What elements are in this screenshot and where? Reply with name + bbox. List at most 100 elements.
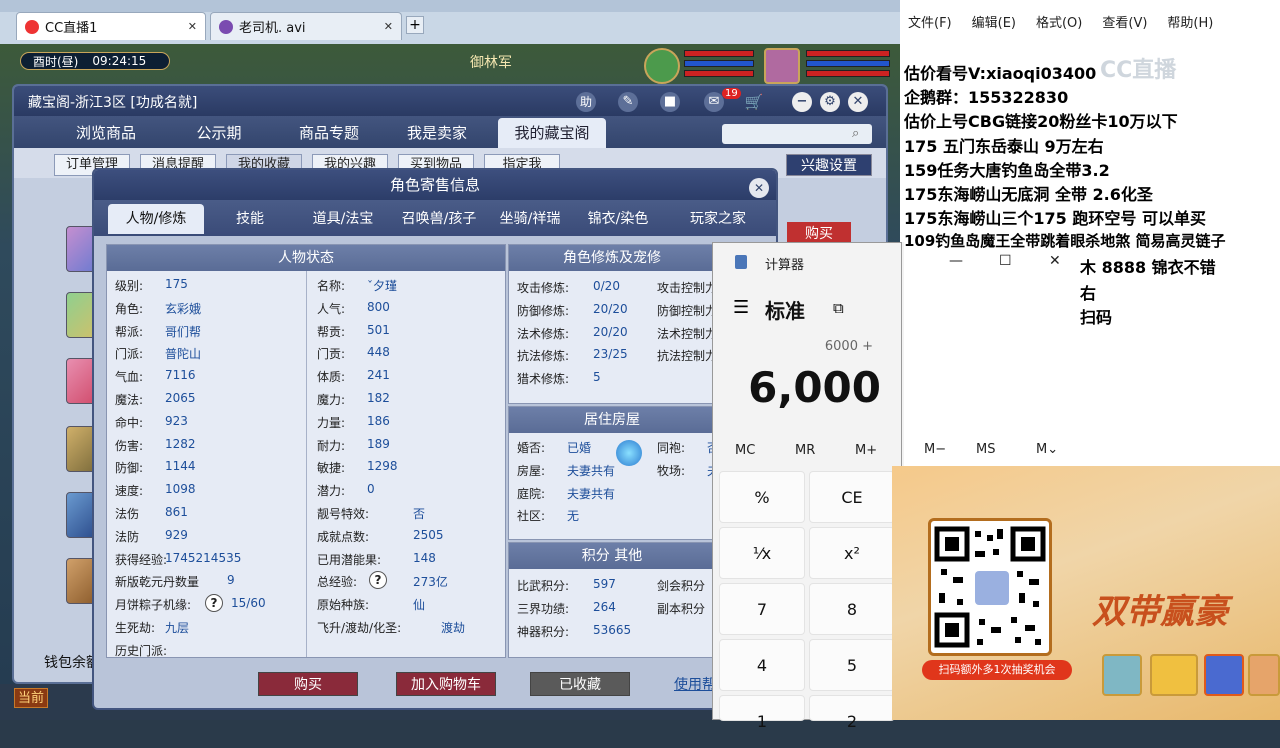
maximize-icon[interactable]: ☐ bbox=[999, 253, 1012, 269]
time-value: 09:24:15 bbox=[92, 54, 147, 68]
note-line: 159任务大唐钓鱼岛全带3.2 bbox=[904, 161, 1110, 180]
house-value: 夫妻共有 bbox=[567, 486, 616, 501]
add-to-cart-button[interactable]: 加入购物车 bbox=[396, 672, 496, 696]
digit-2-key[interactable]: 2 bbox=[809, 695, 895, 731]
status-value: 0 bbox=[367, 482, 375, 497]
tab-costumes[interactable]: 锦衣/染色 bbox=[578, 204, 658, 234]
nav-topics[interactable]: 商品专题 bbox=[284, 118, 374, 148]
memory-add-button[interactable]: M+ bbox=[855, 443, 877, 458]
buy-button[interactable]: 购买 bbox=[258, 672, 358, 696]
status-value: 182 bbox=[367, 391, 390, 405]
percent-key[interactable]: % bbox=[719, 471, 805, 523]
close-icon[interactable]: ✕ bbox=[749, 178, 769, 198]
calculator-window: 计算器 — ☐ ✕ ☰ 标准 ⧉ 6000 + 6,000 MC MR M+ %… bbox=[712, 242, 1061, 731]
house-key-2: 同袍: bbox=[657, 441, 686, 455]
note-line: 175东海崂山无底洞 全带 2.6化圣 bbox=[904, 185, 1153, 204]
tab-mounts[interactable]: 坐骑/祥瑞 bbox=[490, 204, 570, 234]
digit-1-key[interactable]: 1 bbox=[719, 695, 805, 731]
menu-view[interactable]: 查看(V) bbox=[1102, 12, 1147, 31]
close-icon[interactable]: ✕ bbox=[188, 20, 197, 33]
status-key: 耐力: bbox=[317, 438, 346, 453]
help-icon[interactable]: ? bbox=[205, 594, 223, 613]
digit-7-key[interactable]: 7 bbox=[719, 583, 805, 635]
search-icon[interactable]: ⌕ bbox=[852, 126, 859, 141]
tab-character[interactable]: 人物/修炼 bbox=[108, 204, 204, 234]
notepad-menu: 文件(F) 编辑(E) 格式(O) 查看(V) 帮助(H) bbox=[900, 0, 1280, 40]
status-value: 175 bbox=[165, 277, 188, 291]
clear-entry-key[interactable]: CE bbox=[809, 471, 895, 523]
status-key: 潜力: bbox=[317, 484, 346, 499]
promo-slogan: 双带赢豪 bbox=[1092, 592, 1228, 632]
cultivation-key: 防御修炼: bbox=[517, 303, 570, 318]
reciprocal-key[interactable]: ¹⁄x bbox=[719, 527, 805, 579]
pet-avatar[interactable] bbox=[644, 48, 680, 84]
digit-5-key[interactable]: 5 bbox=[809, 639, 895, 691]
digit-8-key[interactable]: 8 bbox=[809, 583, 895, 635]
memory-store-button[interactable]: MS bbox=[976, 442, 995, 457]
close-icon[interactable]: ✕ bbox=[848, 92, 868, 112]
status-row: 门贡: 448 bbox=[317, 345, 390, 362]
help-button[interactable]: 助 bbox=[576, 92, 596, 112]
close-icon[interactable]: ✕ bbox=[1049, 253, 1061, 269]
menu-edit[interactable]: 编辑(E) bbox=[972, 12, 1016, 31]
minimize-icon[interactable]: — bbox=[949, 253, 963, 269]
status-key: 法伤 bbox=[115, 507, 140, 521]
qr-code[interactable] bbox=[928, 518, 1052, 656]
nav-seller[interactable]: 我是卖家 bbox=[392, 118, 482, 148]
interest-settings-button[interactable]: 兴趣设置 bbox=[786, 154, 872, 176]
status-row: 已用潜能果: 148 bbox=[317, 551, 436, 568]
status-value: 9 bbox=[227, 573, 235, 588]
status-key: 门贡: bbox=[317, 347, 346, 362]
cultivation-key: 法术修炼: bbox=[517, 326, 570, 341]
store-search-input[interactable] bbox=[722, 124, 872, 144]
player-avatar[interactable] bbox=[764, 48, 800, 84]
status-key: 魔法: bbox=[115, 393, 144, 407]
tab-home[interactable]: 玩家之家 bbox=[670, 204, 766, 234]
memory-clear-button[interactable]: MC bbox=[735, 443, 755, 458]
status-row: 靓号特效: 否 bbox=[317, 505, 425, 522]
nav-my-store[interactable]: 我的藏宝阁 bbox=[498, 118, 606, 148]
status-key: 防御: bbox=[115, 461, 144, 476]
nav-browse[interactable]: 浏览商品 bbox=[58, 118, 154, 148]
status-panel: 人物状态 级别: 175 角色: 玄彩娥 帮派: 哥们帮 门派: 普陀山 气血: 7116 魔法: 2… bbox=[106, 244, 506, 658]
keep-on-top-icon[interactable]: ⧉ bbox=[833, 299, 844, 317]
tab-skills[interactable]: 技能 bbox=[212, 204, 288, 234]
house-key: 婚否: bbox=[517, 441, 546, 455]
minimize-icon[interactable]: − bbox=[792, 92, 812, 112]
tab-cc-live[interactable]: CC直播1 ✕ bbox=[16, 12, 206, 40]
nav-public[interactable]: 公示期 bbox=[174, 118, 264, 148]
message-icon[interactable]: ✉ bbox=[704, 92, 724, 112]
help-icon[interactable]: ? bbox=[369, 571, 387, 590]
current-channel-button[interactable]: 当前 bbox=[14, 688, 48, 708]
menu-format[interactable]: 格式(O) bbox=[1036, 12, 1082, 31]
calculator-mode: 标准 bbox=[765, 299, 805, 323]
status-row: 成就点数: 2505 bbox=[317, 528, 444, 545]
stop-icon[interactable]: ■ bbox=[660, 92, 680, 112]
status-key: 已用潜能果: bbox=[317, 552, 382, 567]
square-key[interactable]: x² bbox=[809, 527, 895, 579]
cart-icon[interactable]: 🛒 bbox=[744, 92, 764, 112]
player-hp-bar bbox=[806, 50, 890, 57]
new-tab-button[interactable]: + bbox=[406, 16, 424, 34]
close-icon[interactable]: ✕ bbox=[384, 20, 393, 33]
hp-bar bbox=[684, 50, 754, 57]
memory-recall-button[interactable]: MR bbox=[795, 443, 815, 458]
pen-icon[interactable]: ✎ bbox=[618, 92, 638, 112]
status-row: 总经验:? 273亿 bbox=[317, 571, 448, 590]
gear-icon[interactable]: ⚙ bbox=[820, 92, 840, 112]
status-value: 186 bbox=[367, 413, 390, 428]
digit-4-key[interactable]: 4 bbox=[719, 639, 805, 691]
menu-help[interactable]: 帮助(H) bbox=[1167, 12, 1213, 31]
memory-minus-button[interactable]: M− bbox=[924, 442, 946, 457]
hamburger-menu-icon[interactable]: ☰ bbox=[733, 297, 749, 318]
tab-video[interactable]: 老司机. avi ✕ bbox=[210, 12, 402, 40]
promo-banner[interactable]: 扫码额外多1次抽奖机会 双带赢豪 bbox=[892, 466, 1280, 720]
tab-items[interactable]: 道具/法宝 bbox=[298, 204, 388, 234]
menu-file[interactable]: 文件(F) bbox=[908, 12, 952, 31]
memory-list-button[interactable]: M⌄ bbox=[1036, 442, 1058, 457]
tab-pets[interactable]: 召唤兽/孩子 bbox=[392, 204, 486, 234]
favorited-button[interactable]: 已收藏 bbox=[530, 672, 630, 696]
status-key: 帮派: bbox=[115, 324, 144, 339]
score-title: 积分 其他 bbox=[509, 543, 715, 569]
status-row: 防御: 1144 bbox=[115, 459, 196, 476]
